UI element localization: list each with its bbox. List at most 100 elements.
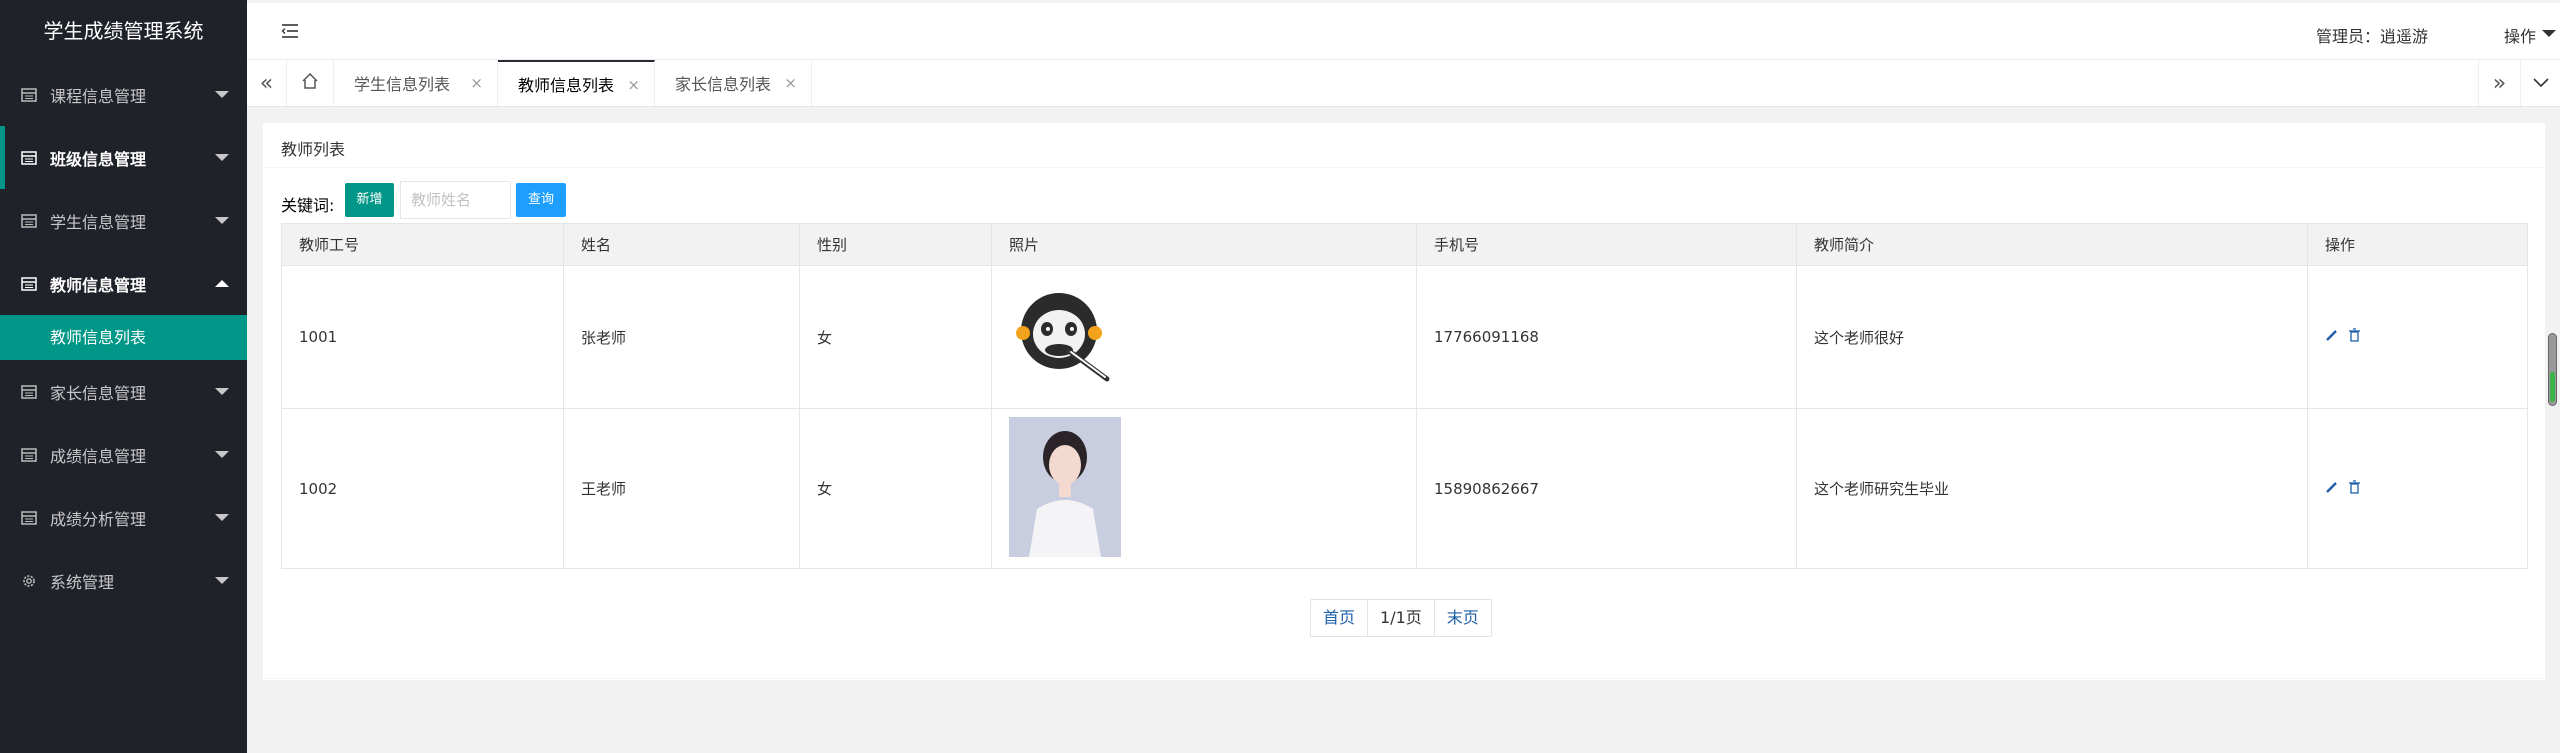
chevron-down-icon [215,388,229,395]
column-header: 姓名 [563,223,800,266]
sidebar-item-label: 学生信息管理 [50,212,147,232]
cell-gender: 女 [799,265,992,409]
chevron-down-icon [2542,30,2556,37]
column-header: 操作 [2307,223,2528,266]
home-icon [301,72,319,94]
sidebar-item-teacher[interactable]: 教师信息管理 [0,252,247,315]
chevron-down-icon [215,217,229,224]
cell-actions [2307,408,2528,569]
table-header-row: 教师工号 姓名 性别 照片 手机号 教师简介 操作 [281,223,2528,266]
edit-icon[interactable] [2325,480,2338,498]
search-input[interactable] [400,181,511,219]
calendar-icon [20,447,38,463]
tab-label: 教师信息列表 [518,76,615,95]
submenu: 教师信息列表 [0,315,247,360]
tabs-menu-chevron-down-icon[interactable] [2520,60,2560,106]
tab-student-list[interactable]: 学生信息列表 × [334,60,498,106]
cell-photo [991,265,1417,409]
divider [263,167,2545,168]
tab-label: 学生信息列表 [354,75,451,94]
first-page-link[interactable]: 首页 [1311,600,1369,636]
operations-menu[interactable]: 操作 [2504,23,2560,47]
tabs-scroll-left-icon[interactable]: « [247,60,287,106]
sidebar-item-parent[interactable]: 家长信息管理 [0,360,247,423]
cell-name: 张老师 [563,265,800,409]
chevron-up-icon [215,280,229,287]
cell-id: 1001 [281,265,564,409]
home-tab[interactable] [287,60,334,106]
sidebar-item-analysis[interactable]: 成绩分析管理 [0,486,247,549]
page-indicator: 1/1页 [1368,600,1435,636]
sidebar-item-course[interactable]: 课程信息管理 [0,63,247,126]
admin-label: 管理员：逍遥游 [2315,27,2428,46]
calendar-icon [20,510,38,526]
scrollbar-thumb[interactable] [2548,333,2557,406]
close-icon[interactable]: × [627,76,640,94]
column-header: 教师简介 [1796,223,2308,266]
cell-name: 王老师 [563,408,800,569]
sidebar: 学生成绩管理系统 课程信息管理 班级信息管理 学生信息管理 教师信息管理 教师信… [0,0,247,753]
tab-parent-list[interactable]: 家长信息列表 × [655,60,812,106]
cell-phone: 15890862667 [1416,408,1797,569]
sidebar-item-class[interactable]: 班级信息管理 [0,126,247,189]
menu-toggle-icon[interactable] [281,23,299,43]
column-header: 照片 [991,223,1417,266]
sidebar-item-label: 课程信息管理 [50,86,147,106]
top-header: 管理员：逍遥游 操作 [247,3,2560,60]
cell-photo [991,408,1417,569]
delete-icon[interactable] [2348,479,2361,498]
chevron-down-icon [215,451,229,458]
portrait-photo-image [1009,416,1121,561]
delete-icon[interactable] [2348,328,2361,346]
pagination: 首页 1/1页 末页 [1310,599,1492,637]
sidebar-item-label: 教师信息管理 [50,275,147,295]
close-icon[interactable]: × [470,74,483,92]
sidebar-item-label: 家长信息管理 [50,383,147,403]
gorilla-avatar-image [1009,293,1121,395]
tabs-bar: « 学生信息列表 × 教师信息列表 × 家长信息列表 × » [247,60,2560,107]
main-card: 教师列表 关键词: 新增 查询 教师工号 姓名 性别 照片 手机号 教师简介 操… [263,123,2545,680]
edit-icon[interactable] [2325,328,2338,346]
table-row: 1002 王老师 女 15890862667 这个老师研究生毕业 [281,408,2528,569]
calendar-icon [20,150,38,166]
operations-label: 操作 [2503,27,2536,46]
divider [263,678,2545,679]
cell-phone: 17766091168 [1416,265,1797,409]
keyword-label: 关键词: [281,196,335,215]
cell-gender: 女 [799,408,992,569]
chevron-down-icon [215,514,229,521]
close-icon[interactable]: × [784,74,797,92]
column-header: 性别 [799,223,992,266]
tab-label: 家长信息列表 [675,75,772,94]
sidebar-subitem-teacher-list[interactable]: 教师信息列表 [0,315,247,360]
sidebar-item-system[interactable]: 系统管理 [0,549,247,612]
chevron-down-icon [215,154,229,161]
sidebar-item-score[interactable]: 成绩信息管理 [0,423,247,486]
app-title: 学生成绩管理系统 [0,0,247,63]
calendar-icon [20,213,38,229]
column-header: 教师工号 [281,223,564,266]
cell-intro: 这个老师很好 [1796,265,2308,409]
chevron-down-icon [215,91,229,98]
sidebar-item-label: 成绩分析管理 [50,509,147,529]
cell-id: 1002 [281,408,564,569]
sidebar-item-label: 成绩信息管理 [50,446,147,466]
add-button[interactable]: 新增 [345,183,394,217]
table-row: 1001 张老师 女 17766091168 这个老师很好 [281,265,2528,409]
search-button[interactable]: 查询 [516,183,566,217]
cell-intro: 这个老师研究生毕业 [1796,408,2308,569]
teacher-table: 教师工号 姓名 性别 照片 手机号 教师简介 操作 1001 张老师 女 177… [281,223,2528,569]
cell-actions [2307,265,2528,409]
chevron-down-icon [215,577,229,584]
tab-teacher-list[interactable]: 教师信息列表 × [498,60,655,106]
calendar-icon [20,384,38,400]
sidebar-item-student[interactable]: 学生信息管理 [0,189,247,252]
card-title: 教师列表 [281,140,346,159]
column-header: 手机号 [1416,223,1797,266]
gear-icon [20,573,38,589]
last-page-link[interactable]: 末页 [1435,600,1491,636]
calendar-icon [20,87,38,103]
tabs-scroll-right-icon[interactable]: » [2478,60,2520,106]
sidebar-item-label: 班级信息管理 [50,149,147,169]
calendar-icon [20,276,38,292]
